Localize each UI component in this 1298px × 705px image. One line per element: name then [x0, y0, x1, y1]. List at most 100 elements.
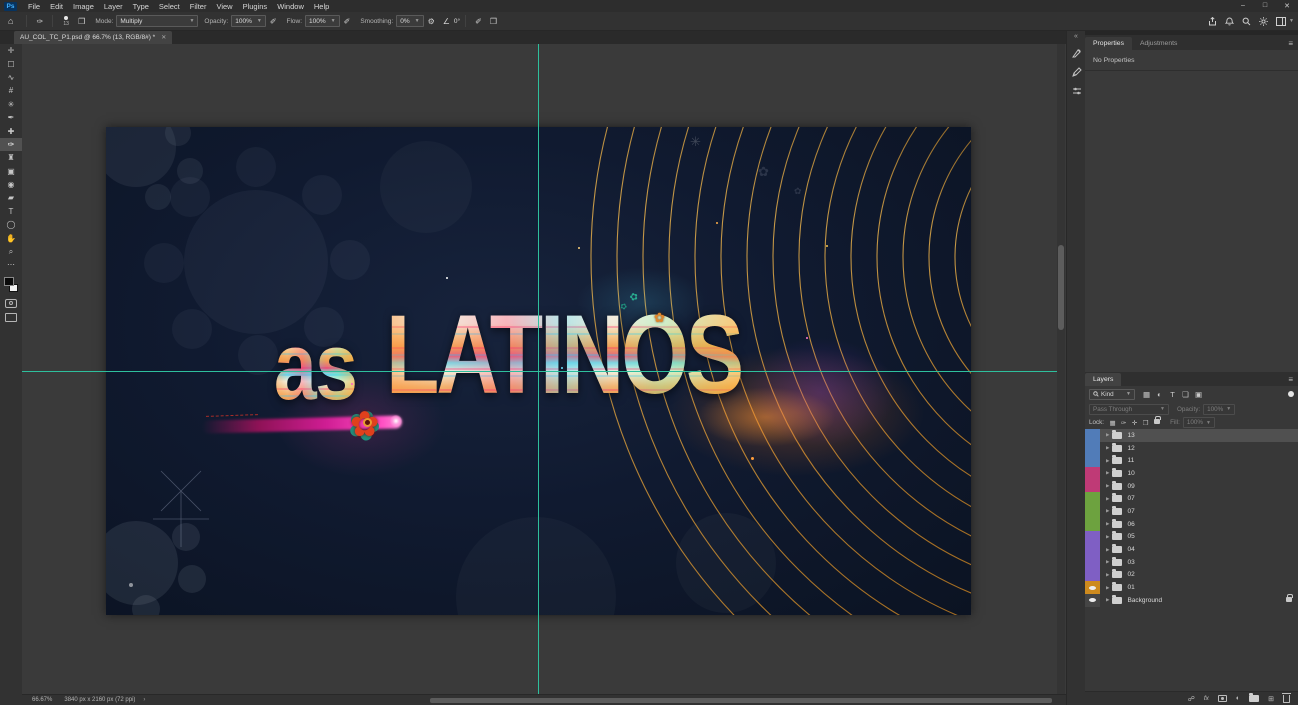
clone-source-panel-icon[interactable] [1067, 81, 1086, 100]
symmetry-icon[interactable]: ❒ [486, 17, 501, 26]
healing-brush-tool[interactable]: ✚ [0, 124, 22, 137]
eyedropper-tool[interactable]: ✒ [0, 111, 22, 124]
expand-group-icon[interactable]: ▶ [1106, 496, 1109, 502]
expand-group-icon[interactable]: ▶ [1106, 585, 1109, 591]
expand-group-icon[interactable]: ▶ [1106, 458, 1109, 464]
history-brush-tool[interactable]: ▣ [0, 165, 22, 178]
brush-tool[interactable]: ✑ [0, 138, 22, 151]
visibility-chip[interactable] [1085, 480, 1100, 493]
layer-row[interactable]: ▶ Background [1085, 594, 1298, 607]
expand-panels-icon[interactable]: « [1067, 31, 1085, 43]
visibility-chip[interactable] [1085, 505, 1100, 518]
maximize-button[interactable]: □ [1254, 2, 1276, 10]
filter-type-layers-icon[interactable]: T [1166, 390, 1179, 399]
zoom-tool[interactable]: ⌕ [0, 245, 22, 258]
menu-item[interactable]: Filter [185, 2, 212, 11]
menu-item[interactable]: View [211, 2, 237, 11]
pressure-size-icon[interactable]: ✐ [471, 17, 486, 26]
layer-row[interactable]: ▶ 07 [1085, 505, 1298, 518]
expand-group-icon[interactable]: ▶ [1106, 445, 1109, 451]
layer-effects-icon[interactable]: fx [1204, 695, 1209, 702]
brush-preset-picker[interactable]: 13 [58, 16, 74, 26]
brush-settings-panel-icon[interactable] [1067, 62, 1086, 81]
filter-shape-layers-icon[interactable]: ❏ [1179, 390, 1192, 399]
move-tool[interactable]: ✛ [0, 44, 22, 57]
lock-all-icon[interactable] [1151, 419, 1162, 426]
layer-name[interactable]: 04 [1127, 546, 1134, 553]
layer-row[interactable]: ▶ 03 [1085, 556, 1298, 569]
lasso-tool[interactable]: ∿ [0, 71, 22, 84]
filter-toggle-icon[interactable] [1288, 391, 1294, 397]
layer-row[interactable]: ▶ 06 [1085, 518, 1298, 531]
expand-group-icon[interactable]: ▶ [1106, 534, 1109, 540]
adjustment-layer-icon[interactable]: ◐ [1236, 695, 1240, 702]
lock-pixels-icon[interactable]: ✑ [1118, 419, 1129, 427]
layer-name[interactable]: 10 [1127, 470, 1134, 477]
brushes-panel-icon[interactable] [1067, 43, 1086, 62]
brush-settings-toggle-icon[interactable]: ❒ [74, 17, 89, 26]
smoothing-input[interactable]: 0% ▼ [396, 15, 423, 27]
layer-row[interactable]: ▶ 13 [1085, 429, 1298, 442]
airbrush-icon[interactable]: ✐ [340, 17, 355, 26]
filter-pixel-layers-icon[interactable]: ▦ [1140, 390, 1153, 399]
pressure-opacity-icon[interactable]: ✐ [266, 17, 281, 26]
expand-group-icon[interactable]: ▶ [1106, 559, 1109, 565]
visibility-chip[interactable] [1085, 429, 1100, 442]
new-layer-icon[interactable]: ⊞ [1268, 695, 1274, 703]
close-tab-icon[interactable]: ✕ [161, 34, 166, 41]
lock-position-icon[interactable]: ✛ [1129, 419, 1140, 427]
delete-layer-icon[interactable] [1283, 695, 1290, 703]
layer-name[interactable]: 06 [1127, 521, 1134, 528]
expand-group-icon[interactable]: ▶ [1106, 508, 1109, 514]
vertical-scrollbar[interactable] [1057, 44, 1065, 694]
tab-properties[interactable]: Properties [1085, 37, 1132, 50]
layer-name[interactable]: Background [1127, 597, 1162, 604]
layer-blend-mode-select[interactable]: Pass Through ▼ [1089, 404, 1169, 415]
crop-tool[interactable]: # [0, 84, 22, 97]
layer-name[interactable]: 13 [1127, 432, 1134, 439]
layer-row[interactable]: ▶ 04 [1085, 543, 1298, 556]
menu-item[interactable]: Help [309, 2, 334, 11]
layer-name[interactable]: 07 [1127, 508, 1134, 515]
menu-item[interactable]: Image [68, 2, 99, 11]
visibility-chip[interactable] [1085, 556, 1100, 569]
menu-item[interactable]: File [23, 2, 45, 11]
expand-group-icon[interactable]: ▶ [1106, 597, 1109, 603]
layer-row[interactable]: ▶ 07 [1085, 492, 1298, 505]
filter-adjustment-layers-icon[interactable]: ◐ [1153, 390, 1166, 399]
eraser-tool[interactable]: ▰ [0, 191, 22, 204]
quick-mask-mode-icon[interactable] [5, 299, 17, 308]
horizontal-guide[interactable] [22, 371, 1057, 372]
menu-item[interactable]: Layer [99, 2, 128, 11]
layer-name[interactable]: 07 [1127, 495, 1134, 502]
lock-transparency-icon[interactable]: ▦ [1107, 419, 1118, 427]
search-icon[interactable] [1238, 15, 1255, 28]
layer-row[interactable]: ▶ 11 [1085, 454, 1298, 467]
zoom-level[interactable]: 66.67% [32, 697, 52, 703]
vertical-guide[interactable] [538, 44, 539, 694]
visibility-chip[interactable] [1085, 531, 1100, 544]
layer-row[interactable]: ▶ 09 [1085, 480, 1298, 493]
visibility-chip[interactable] [1085, 442, 1100, 455]
layer-row[interactable]: ▶ 02 [1085, 569, 1298, 582]
brush-tool-icon[interactable]: ✑ [32, 17, 47, 26]
new-group-icon[interactable] [1249, 695, 1259, 702]
expand-group-icon[interactable]: ▶ [1106, 470, 1109, 476]
panel-menu-icon[interactable]: ≡ [1288, 375, 1298, 386]
marquee-tool[interactable]: ☐ [0, 57, 22, 70]
menu-item[interactable]: Edit [45, 2, 68, 11]
discover-lightbulb-icon[interactable] [1255, 15, 1272, 28]
visibility-chip[interactable] [1085, 543, 1100, 556]
filter-kind-select[interactable]: Kind ▼ [1089, 389, 1135, 400]
close-button[interactable]: ✕ [1276, 2, 1298, 10]
layer-name[interactable]: 09 [1127, 483, 1134, 490]
status-chevron-icon[interactable]: › [143, 697, 145, 703]
menu-item[interactable]: Type [128, 2, 154, 11]
layer-name[interactable]: 02 [1127, 571, 1134, 578]
expand-group-icon[interactable]: ▶ [1106, 483, 1109, 489]
filter-smart-objects-icon[interactable]: ▣ [1192, 390, 1205, 399]
menu-item[interactable]: Select [154, 2, 185, 11]
expand-group-icon[interactable]: ▶ [1106, 521, 1109, 527]
visibility-chip[interactable] [1085, 454, 1100, 467]
expand-group-icon[interactable]: ▶ [1106, 432, 1109, 438]
